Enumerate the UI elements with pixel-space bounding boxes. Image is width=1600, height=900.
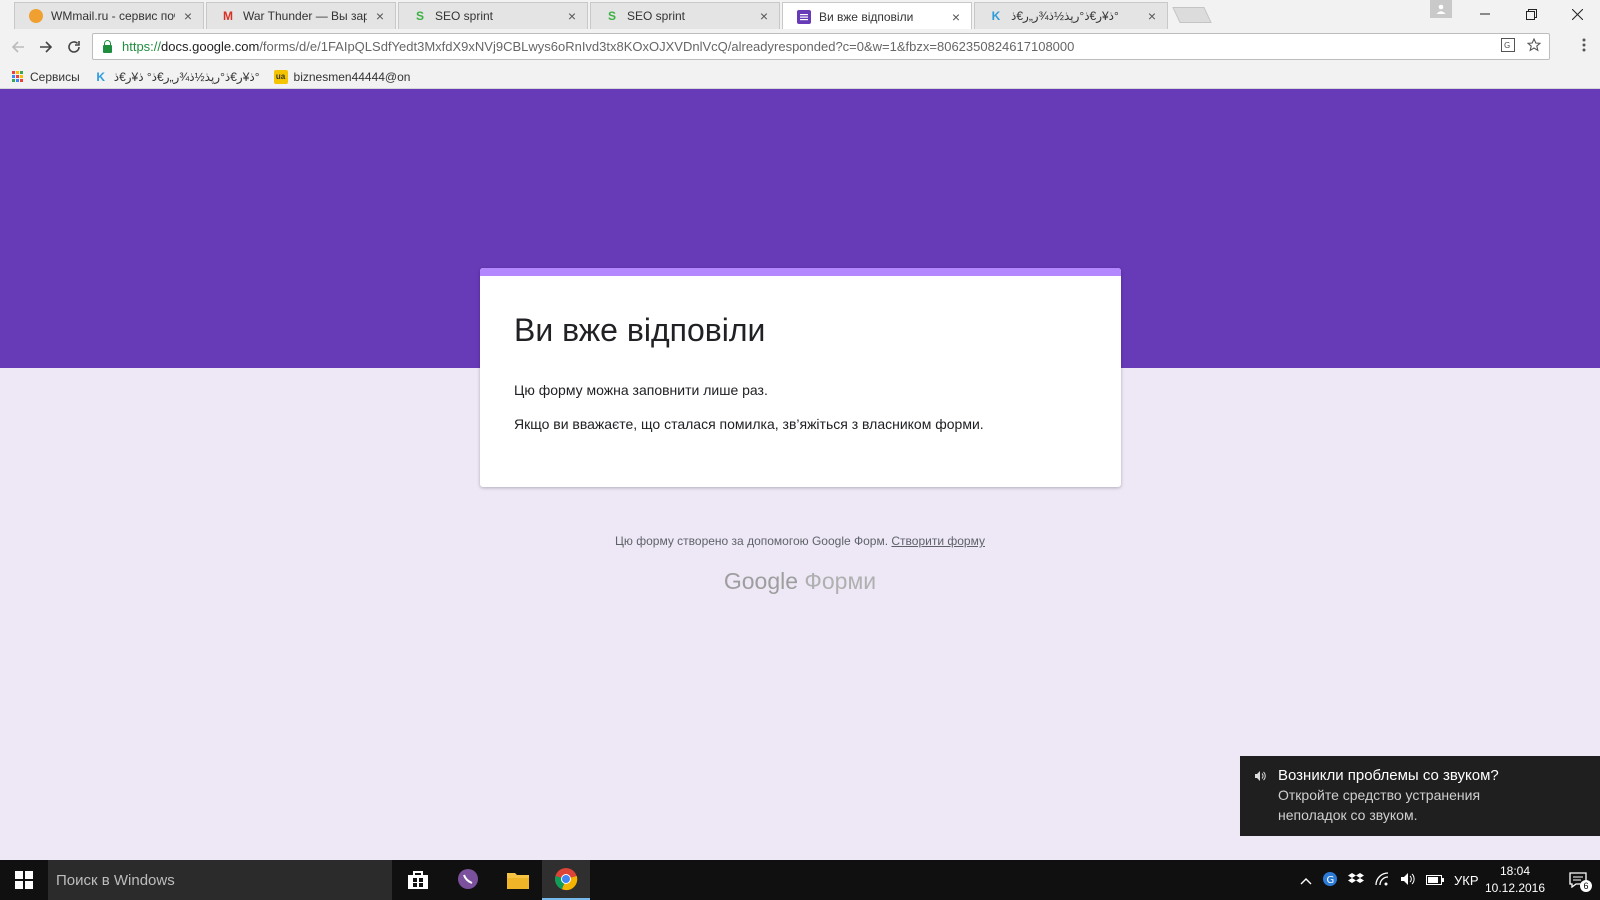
windows-logo-icon bbox=[15, 871, 33, 889]
dropbox-icon[interactable] bbox=[1348, 872, 1364, 889]
chrome-icon[interactable] bbox=[542, 860, 590, 900]
clock-date: 10.12.2016 bbox=[1484, 881, 1546, 895]
tab-title: Ви вже відповіли bbox=[819, 9, 914, 24]
footer-text: Цю форму створено за допомогою Google Фо… bbox=[615, 534, 889, 548]
toast-title: Возникли проблемы со звуком? bbox=[1278, 767, 1499, 784]
close-icon[interactable]: × bbox=[181, 8, 195, 24]
new-tab-button[interactable] bbox=[1172, 7, 1212, 23]
tab-title: War Thunder — Вы заре bbox=[243, 9, 367, 23]
card-accent-strip bbox=[480, 268, 1121, 276]
reload-icon[interactable] bbox=[60, 33, 88, 61]
url-path: /forms/d/e/1FAIpQLSdfYedt3MxfdX9xNVj9CBL… bbox=[259, 39, 1075, 54]
response-card: Ви вже відповіли Цю форму можна заповнит… bbox=[480, 268, 1121, 487]
browser-toolbar: https://docs.google.com/forms/d/e/1FAIpQ… bbox=[0, 29, 1600, 65]
tab-title: ذ¥ر€ذ°رپذ½ذ¾ر„ر€ذ° bbox=[1011, 9, 1119, 23]
bookmark-label: ذ¥ر€ذ°رپذ½ذ¾ر„ر€ذ° ذ¥ر€ذ° bbox=[113, 69, 260, 84]
google-forms-icon bbox=[797, 9, 811, 24]
gmail-icon: M bbox=[223, 9, 233, 23]
window-close-icon[interactable] bbox=[1554, 0, 1600, 28]
close-icon[interactable]: × bbox=[1145, 8, 1159, 24]
battery-icon[interactable] bbox=[1426, 873, 1444, 888]
clock-time: 18:04 bbox=[1499, 864, 1531, 878]
menu-dots-icon[interactable] bbox=[1582, 38, 1586, 57]
viber-icon[interactable] bbox=[444, 860, 492, 900]
minimize-icon[interactable] bbox=[1462, 0, 1508, 28]
toast-body: Откройте средство устранения неполадок с… bbox=[1278, 787, 1481, 823]
svg-text:G: G bbox=[1504, 41, 1510, 50]
svg-text:G: G bbox=[1327, 875, 1335, 886]
system-tray: G УКР bbox=[1300, 860, 1479, 900]
browser-tab-strip: WMmail.ru - сервис поч × M War Thunder —… bbox=[0, 0, 1600, 30]
single-response-message: Цю форму можна заповнити лише раз. bbox=[514, 382, 768, 398]
file-explorer-icon[interactable] bbox=[494, 860, 542, 900]
taskbar-search[interactable]: Поиск в Windows bbox=[48, 860, 392, 900]
ua-icon: ua bbox=[273, 69, 288, 84]
close-icon[interactable]: × bbox=[757, 8, 771, 24]
volume-icon[interactable] bbox=[1400, 872, 1416, 889]
logo-google-text: Google bbox=[723, 568, 799, 594]
bookmark-label: biznesmen44444@on bbox=[293, 69, 411, 84]
create-form-link[interactable]: Створити форму bbox=[891, 534, 985, 548]
k-icon: K bbox=[96, 69, 106, 84]
sync-icon[interactable]: G bbox=[1322, 871, 1338, 890]
sound-troubleshoot-toast[interactable]: Возникли проблемы со звуком? Откройте ср… bbox=[1240, 756, 1600, 836]
user-profile-icon[interactable] bbox=[1430, 0, 1452, 18]
wifi-icon[interactable] bbox=[1374, 871, 1390, 889]
logo-forms-text: Форми bbox=[804, 568, 877, 594]
action-center-icon[interactable]: 6 bbox=[1556, 860, 1600, 900]
close-icon[interactable]: × bbox=[373, 8, 387, 24]
tab-k-site[interactable]: K ذ¥ر€ذ°رپذ½ذ¾ر„ر€ذ° × bbox=[974, 2, 1168, 29]
apps-grid-icon bbox=[10, 70, 24, 84]
omnibox-actions: G bbox=[1501, 37, 1542, 55]
close-icon[interactable]: × bbox=[565, 8, 579, 24]
tab-war-thunder[interactable]: M War Thunder — Вы заре × bbox=[206, 2, 396, 29]
forward-arrow-icon[interactable] bbox=[32, 33, 60, 61]
google-forms-logo[interactable]: Google Форми bbox=[0, 568, 1600, 595]
bookmark-ukrnet[interactable]: ua biznesmen44444@on bbox=[273, 69, 411, 84]
clock[interactable]: 18:04 10.12.2016 bbox=[1480, 863, 1550, 897]
k-icon: K bbox=[991, 9, 1001, 23]
store-icon[interactable] bbox=[394, 860, 442, 900]
search-placeholder: Поиск в Windows bbox=[56, 871, 175, 889]
tab-title: WMmail.ru - сервис поч bbox=[51, 9, 175, 23]
address-bar[interactable]: https://docs.google.com/forms/d/e/1FAIpQ… bbox=[92, 33, 1550, 60]
speaker-icon bbox=[1254, 770, 1266, 785]
back-arrow-icon[interactable] bbox=[4, 33, 32, 61]
bookmarks-bar: Сервисы K ذ¥ر€ذ°رپذ½ذ¾ر„ر€ذ° ذ¥ر€ذ° ua b… bbox=[0, 65, 1600, 89]
tab-title: SEO sprint bbox=[627, 9, 686, 23]
restore-icon[interactable] bbox=[1508, 0, 1554, 28]
translate-icon[interactable]: G bbox=[1501, 38, 1515, 55]
tab-seo-sprint-2[interactable]: S SEO sprint × bbox=[590, 2, 780, 29]
url-scheme: https:// bbox=[122, 39, 162, 54]
url-text: https://docs.google.com/forms/d/e/1FAIpQ… bbox=[122, 39, 1074, 54]
bookmark-services[interactable]: Сервисы bbox=[10, 70, 80, 84]
tab-wmmail[interactable]: WMmail.ru - сервис поч × bbox=[14, 2, 204, 29]
lock-icon bbox=[103, 39, 112, 53]
chevron-up-icon[interactable] bbox=[1300, 873, 1312, 888]
contact-owner-message: Якщо ви вважаєте, що сталася помилка, зв… bbox=[514, 416, 984, 432]
tab-seo-sprint-1[interactable]: S SEO sprint × bbox=[398, 2, 588, 29]
tab-title: SEO sprint bbox=[435, 9, 494, 23]
wmmail-icon bbox=[29, 9, 43, 23]
tab-google-forms[interactable]: Ви вже відповіли × bbox=[782, 2, 972, 30]
seosprint-icon: S bbox=[607, 9, 616, 23]
bookmark-label: Сервисы bbox=[30, 69, 80, 84]
windows-taskbar: Поиск в Windows G УКР 18:04 10.12.2016 6 bbox=[0, 860, 1600, 900]
bookmark-k-site[interactable]: K ذ¥ر€ذ°رپذ½ذ¾ر„ر€ذ° ذ¥ر€ذ° bbox=[94, 69, 260, 84]
page-title: Ви вже відповіли bbox=[514, 312, 766, 348]
notification-count-badge: 6 bbox=[1580, 880, 1592, 892]
language-indicator[interactable]: УКР bbox=[1454, 873, 1479, 888]
url-host: docs.google.com bbox=[161, 39, 260, 54]
start-button[interactable] bbox=[0, 860, 48, 900]
footer-note: Цю форму створено за допомогою Google Фо… bbox=[0, 534, 1600, 548]
star-icon[interactable] bbox=[1526, 37, 1542, 55]
close-icon[interactable]: × bbox=[949, 9, 963, 25]
seosprint-icon: S bbox=[415, 9, 424, 23]
